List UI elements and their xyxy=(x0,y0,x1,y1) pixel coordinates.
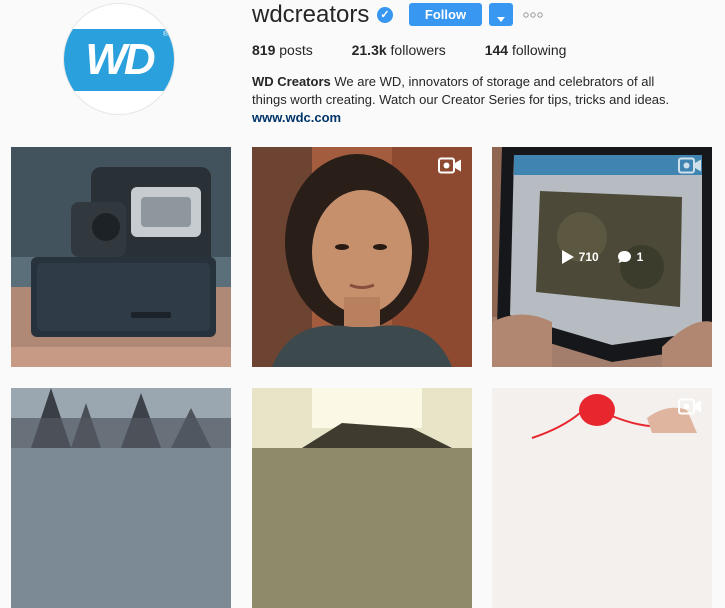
followers-label: followers xyxy=(390,42,446,58)
wd-logo-text: WD xyxy=(85,35,155,84)
post-image-castle xyxy=(11,388,231,608)
registered-mark: ® xyxy=(162,31,168,38)
post-hover-overlay: 710 1 xyxy=(492,147,712,367)
post-thumbnail-4[interactable] xyxy=(11,388,231,608)
following-stat[interactable]: 144 following xyxy=(485,42,567,58)
views-count-item: 710 xyxy=(561,250,599,264)
post-image-portrait xyxy=(252,147,472,367)
posts-label: posts xyxy=(279,42,313,58)
comments-count: 1 xyxy=(636,250,644,264)
profile-avatar[interactable]: WD ® xyxy=(63,3,175,115)
bio-name: WD Creators xyxy=(252,74,331,89)
posts-count: 819 xyxy=(252,42,276,58)
verified-badge-icon: ✓ xyxy=(377,7,393,23)
follow-button[interactable]: Follow xyxy=(409,3,482,26)
video-camera-icon xyxy=(678,157,701,174)
post-image-lamp xyxy=(252,388,472,608)
profile-bio: WD Creators We are WD, innovators of sto… xyxy=(252,73,692,127)
post-thumbnail-6[interactable] xyxy=(492,388,712,608)
video-camera-icon xyxy=(678,398,701,415)
followers-count: 21.3k xyxy=(351,42,387,58)
post-image-hard-drive xyxy=(11,147,231,367)
post-image-yarn xyxy=(492,388,712,608)
post-thumbnail-2[interactable] xyxy=(252,147,472,367)
profile-username: wdcreators xyxy=(252,1,370,28)
post-thumbnail-3[interactable]: 710 1 xyxy=(492,147,712,367)
post-thumbnail-1[interactable] xyxy=(11,147,231,367)
views-count: 710 xyxy=(578,250,599,264)
profile-stats: 819 posts 21.3k followers 144 following xyxy=(252,42,601,58)
video-camera-icon xyxy=(438,157,461,174)
comments-count-item: 1 xyxy=(617,250,644,264)
bio-link[interactable]: www.wdc.com xyxy=(252,110,341,125)
post-thumbnail-5[interactable] xyxy=(252,388,472,608)
ellipsis-icon xyxy=(523,12,543,18)
following-label: following xyxy=(511,42,567,58)
followers-stat[interactable]: 21.3k followers xyxy=(352,42,446,58)
following-count: 144 xyxy=(484,42,509,58)
posts-stat: 819 posts xyxy=(252,42,313,58)
suggested-accounts-button[interactable] xyxy=(489,3,513,26)
comment-icon xyxy=(617,251,631,263)
play-icon xyxy=(561,250,574,264)
chevron-down-icon xyxy=(497,16,505,22)
more-options-button[interactable] xyxy=(522,7,544,23)
